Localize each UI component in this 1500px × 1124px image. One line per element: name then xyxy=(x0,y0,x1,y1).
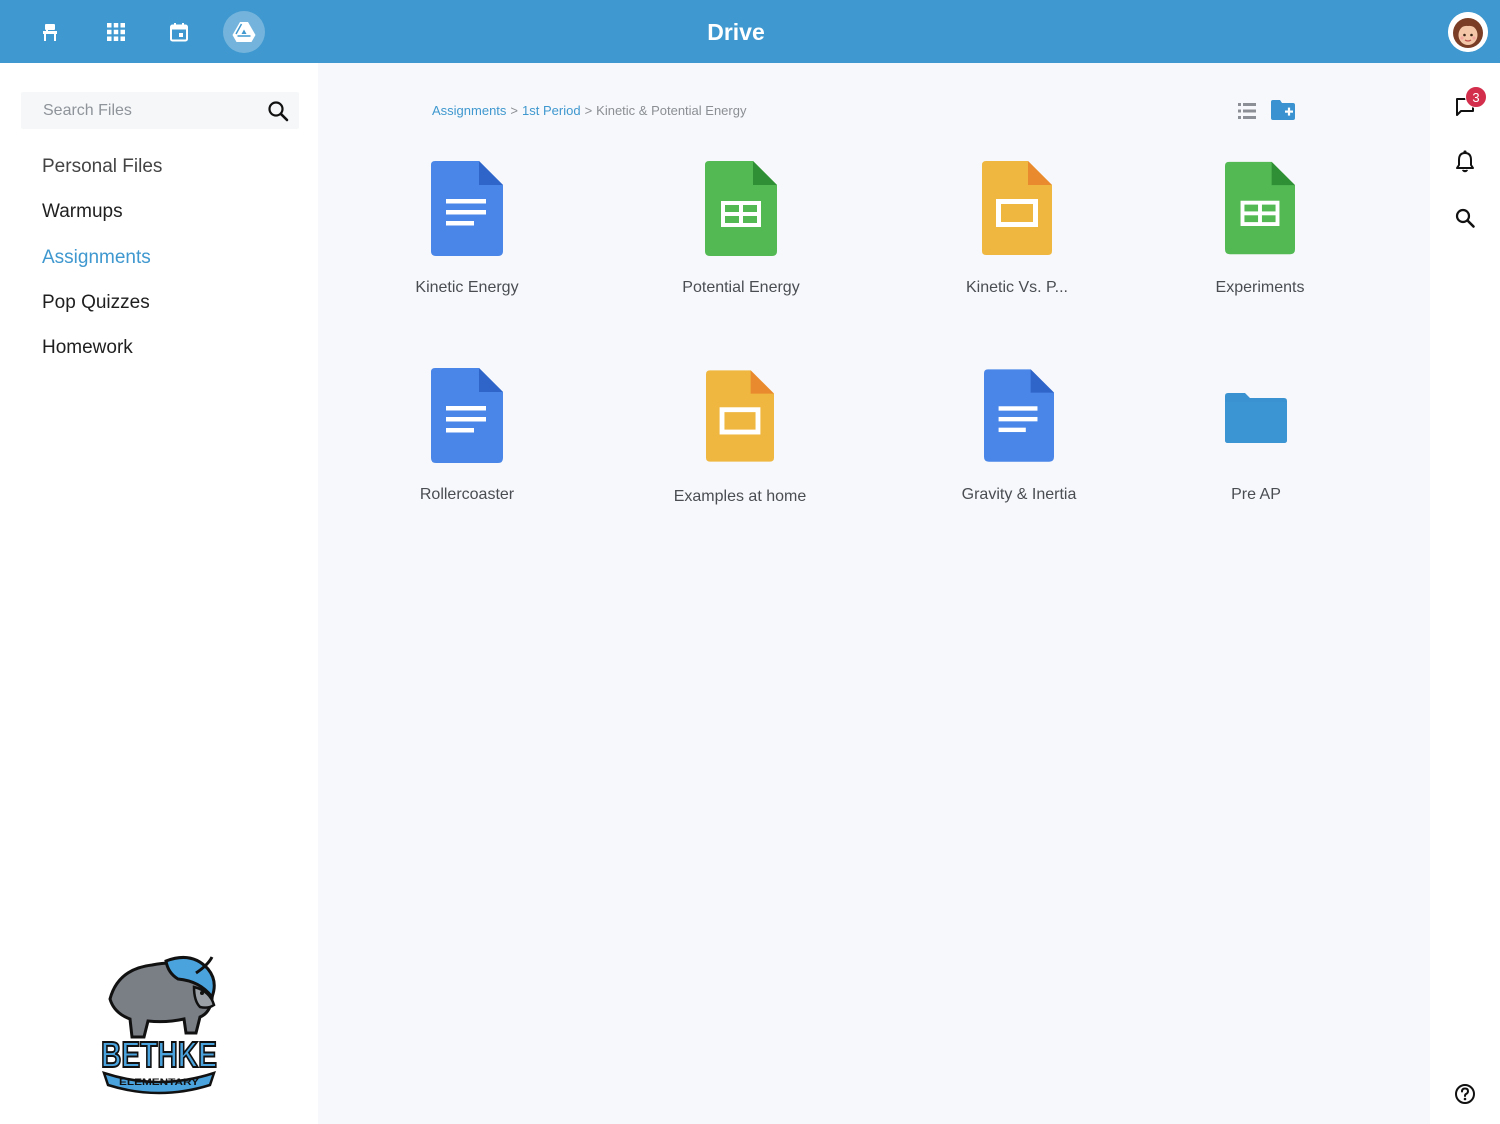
file-name: Kinetic Energy xyxy=(415,279,519,296)
file-name: Potential Energy xyxy=(682,279,800,296)
logo-sub-text: ELEMENTARY xyxy=(119,1077,199,1087)
list-view-icon[interactable] xyxy=(1236,100,1258,122)
search-icon[interactable] xyxy=(1452,205,1478,231)
new-folder-icon[interactable] xyxy=(1270,99,1296,121)
breadcrumb-separator: > xyxy=(584,103,593,118)
google-doc-icon xyxy=(431,161,503,256)
right-rail xyxy=(1430,63,1500,1124)
google-doc-icon xyxy=(984,369,1054,462)
top-bar: Drive xyxy=(0,0,1500,63)
breadcrumb-separator: > xyxy=(510,103,519,118)
file-item-experiments[interactable]: Experiments xyxy=(1160,161,1360,296)
messages-badge: 3 xyxy=(1465,86,1487,108)
sidebar-item-homework[interactable]: Homework xyxy=(42,337,133,359)
file-name: Pre AP xyxy=(1231,486,1281,503)
file-name: Rollercoaster xyxy=(419,486,515,503)
logo-main-text: BETHKE xyxy=(101,1034,217,1075)
folder-icon xyxy=(1225,393,1287,443)
file-name: Examples at home xyxy=(673,488,807,505)
file-item-rollercoaster[interactable]: Rollercoaster xyxy=(367,368,567,503)
google-slides-icon xyxy=(982,161,1052,255)
sidebar-item-assignments[interactable]: Assignments xyxy=(42,247,151,269)
sidebar-item-pop-quizzes[interactable]: Pop Quizzes xyxy=(42,292,150,314)
breadcrumb: Assignments >1st Period > Kinetic & Potenti… xyxy=(432,103,746,118)
google-sheet-icon xyxy=(705,161,777,256)
file-item-potential-energy[interactable]: Potential Energy xyxy=(641,161,841,296)
file-item-kinetic-energy[interactable]: Kinetic Energy xyxy=(367,161,567,296)
bell-icon[interactable] xyxy=(1452,149,1478,175)
file-item-examples-at-home[interactable]: Examples at home xyxy=(640,370,840,505)
google-doc-icon xyxy=(431,368,503,463)
search-icon[interactable] xyxy=(265,98,291,124)
sidebar-item-warmups[interactable]: Warmups xyxy=(42,201,123,223)
breadcrumb-item-1st-period[interactable]: 1st Period xyxy=(522,103,581,118)
user-avatar[interactable] xyxy=(1448,12,1488,52)
file-item-kinetic-vs-p[interactable]: Kinetic Vs. P... xyxy=(917,161,1117,296)
help-icon[interactable] xyxy=(1452,1081,1478,1107)
google-sheet-icon xyxy=(1225,161,1295,255)
search-files-input[interactable] xyxy=(21,92,257,129)
file-item-pre-ap[interactable]: Pre AP xyxy=(1156,368,1356,503)
file-name: Gravity & Inertia xyxy=(961,486,1077,503)
sidebar: Personal Files Warmups Assignments Pop Q… xyxy=(0,63,318,1124)
app-title: Drive xyxy=(707,19,765,45)
breadcrumb-item-assignments[interactable]: Assignments xyxy=(432,103,506,118)
file-name: Kinetic Vs. P... xyxy=(966,279,1068,296)
google-slides-icon xyxy=(706,370,774,462)
main-content: Assignments >1st Period > Kinetic & Potenti… xyxy=(318,63,1430,1124)
breadcrumb-item-current: Kinetic & Potential Energy xyxy=(596,103,747,118)
sidebar-item-personal-files[interactable]: Personal Files xyxy=(42,156,162,178)
file-item-gravity-inertia[interactable]: Gravity & Inertia xyxy=(919,368,1119,503)
file-name: Experiments xyxy=(1215,279,1305,296)
school-logo: BETHKE ELEMENTARY xyxy=(96,951,222,1095)
search-files-box xyxy=(21,92,299,129)
